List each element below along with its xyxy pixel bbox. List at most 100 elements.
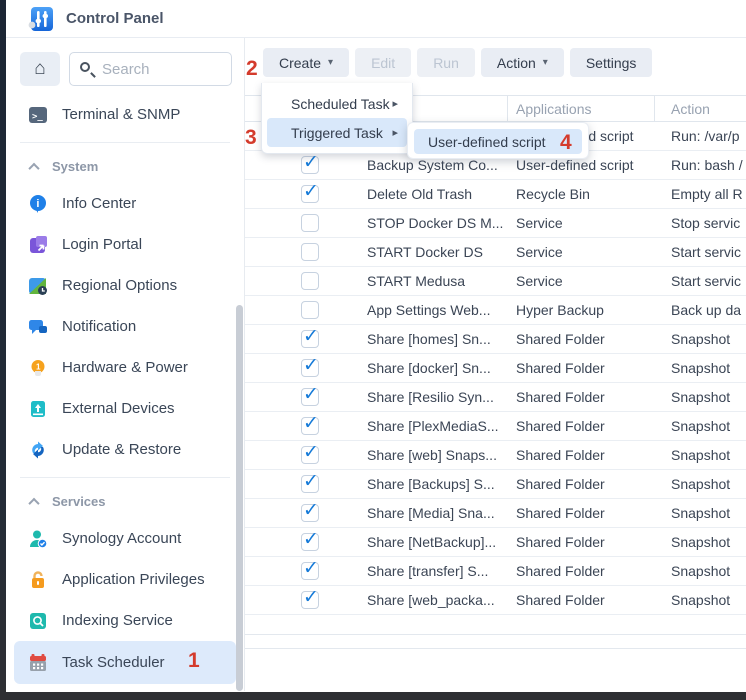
sidebar-item-external-devices[interactable]: External Devices [6,388,244,429]
check-icon: ✓ [303,151,319,174]
sidebar: ⌂ >_Terminal & SNMP SystemiInfo Center Log… [6,38,245,691]
sidebar-divider [20,477,230,478]
enabled-checkbox-unchecked[interactable] [301,301,319,319]
svg-text:1: 1 [36,362,41,371]
notification-icon [28,317,48,337]
enabled-checkbox-checked[interactable]: ✓ [301,185,319,203]
button-label: Edit [371,55,395,71]
sidebar-item-notification[interactable]: Notification [6,306,244,347]
sidebar-item-terminal-snmp[interactable]: >_Terminal & SNMP [6,94,244,135]
regional-options-icon [28,276,48,296]
table-end-divider [245,648,746,649]
action-button[interactable]: Action▾ [481,48,564,77]
task-name: Share [docker] Sn... [367,354,505,382]
table-row[interactable]: ✓Share [homes] Sn...Shared FolderSnapsho… [245,325,746,354]
sidebar-section-system[interactable]: System [6,150,244,183]
submenu-arrow-icon: ▸ [392,97,398,110]
task-action: Snapshot [671,557,746,585]
chevron-up-icon [28,497,39,508]
sidebar-item-hardware-power[interactable]: 1Hardware & Power [6,347,244,388]
menu-item-scheduled-task[interactable]: Scheduled Task▸ [267,89,407,118]
submenu-item-user-defined-script[interactable]: User-defined script [414,129,582,154]
enabled-checkbox-checked[interactable]: ✓ [301,504,319,522]
check-icon: ✓ [303,383,319,406]
sidebar-item-application-privileges[interactable]: Application Privileges [6,559,244,600]
enabled-checkbox-checked[interactable]: ✓ [301,330,319,348]
title-bar: Control Panel [6,0,746,38]
sidebar-item-label: Login Portal [62,236,142,253]
task-application: Service [516,267,664,295]
table-row[interactable]: START MedusaServiceStart servic [245,267,746,296]
check-icon: ✓ [303,528,319,551]
check-icon: ✓ [303,586,319,609]
table-row[interactable]: ✓Share [docker] Sn...Shared FolderSnapsh… [245,354,746,383]
enabled-checkbox-checked[interactable]: ✓ [301,475,319,493]
task-application: Shared Folder [516,354,664,382]
table-row[interactable]: ✓Share [transfer] S...Shared FolderSnaps… [245,557,746,586]
task-name: App Settings Web... [367,296,505,324]
sidebar-item-regional-options[interactable]: Regional Options [6,265,244,306]
task-action: Snapshot [671,499,746,527]
table-row[interactable]: START Docker DSServiceStart servic [245,238,746,267]
table-row[interactable]: STOP Docker DS M...ServiceStop servic [245,209,746,238]
enabled-checkbox-checked[interactable]: ✓ [301,388,319,406]
control-panel-icon [28,6,54,32]
table-row[interactable]: ✓Share [web_packa...Shared FolderSnapsho… [245,586,746,615]
info-center-icon: i [28,194,48,214]
task-application: Shared Folder [516,441,664,469]
task-application: Shared Folder [516,412,664,440]
sidebar-item-login-portal[interactable]: Login Portal [6,224,244,265]
table-row[interactable]: ✓Share [Resilio Syn...Shared FolderSnaps… [245,383,746,412]
sidebar-item-task-scheduler[interactable]: Task Scheduler [14,641,236,684]
enabled-checkbox-unchecked[interactable] [301,272,319,290]
sidebar-item-info-center[interactable]: iInfo Center [6,183,244,224]
sidebar-section-services[interactable]: Services [6,485,244,518]
enabled-checkbox-checked[interactable]: ✓ [301,359,319,377]
task-action: Back up da [671,296,746,324]
table-row[interactable]: ✓Share [Backups] S...Shared FolderSnapsh… [245,470,746,499]
task-application: Shared Folder [516,586,664,614]
enabled-checkbox-unchecked[interactable] [301,214,319,232]
table-row[interactable]: ✓Share [web] Snaps...Shared FolderSnapsh… [245,441,746,470]
task-action: Run: bash / [671,151,746,179]
task-action: Snapshot [671,412,746,440]
caret-down-icon: ▾ [328,57,333,68]
sidebar-divider [20,142,230,143]
task-action: Empty all R [671,180,746,208]
enabled-checkbox-checked[interactable]: ✓ [301,562,319,580]
sidebar-scrollbar[interactable] [236,305,243,691]
task-application: Shared Folder [516,528,664,556]
enabled-checkbox-unchecked[interactable] [301,243,319,261]
button-label: Settings [586,55,637,71]
table-row[interactable]: App Settings Web...Hyper BackupBack up d… [245,296,746,325]
create-button[interactable]: Create▾ [263,48,349,77]
check-icon: ✓ [303,499,319,522]
table-row[interactable]: ✓Delete Old TrashRecycle BinEmpty all R [245,180,746,209]
sidebar-item-indexing-service[interactable]: Indexing Service [6,600,244,641]
enabled-checkbox-checked[interactable]: ✓ [301,591,319,609]
application-privileges-icon [28,570,48,590]
sidebar-item-update-restore[interactable]: Update & Restore [6,429,244,470]
home-button[interactable]: ⌂ [20,52,60,86]
table-row[interactable]: ✓Share [NetBackup]...Shared FolderSnapsh… [245,528,746,557]
enabled-checkbox-checked[interactable]: ✓ [301,156,319,174]
sidebar-item-label: Notification [62,318,136,335]
settings-button[interactable]: Settings [570,48,653,77]
annotation-3: 3 [245,127,257,148]
task-name: Share [homes] Sn... [367,325,505,353]
indexing-service-icon [28,611,48,631]
table-row[interactable]: ✓Share [PlexMediaS...Shared FolderSnapsh… [245,412,746,441]
column-header-action[interactable]: Action [671,96,710,122]
table-row[interactable]: ✓Share [Media] Sna...Shared FolderSnapsh… [245,499,746,528]
enabled-checkbox-checked[interactable]: ✓ [301,533,319,551]
sidebar-item-synology-account[interactable]: Synology Account [6,518,244,559]
submenu-arrow-icon: ▸ [392,126,398,139]
task-name: Share [Resilio Syn... [367,383,505,411]
search-input[interactable] [69,52,232,86]
column-header-applications[interactable]: Applications [516,96,592,122]
check-icon: ✓ [303,441,319,464]
enabled-checkbox-checked[interactable]: ✓ [301,446,319,464]
enabled-checkbox-checked[interactable]: ✓ [301,417,319,435]
table-end-divider [245,634,746,635]
menu-item-triggered-task[interactable]: Triggered Task▸ [267,118,407,147]
